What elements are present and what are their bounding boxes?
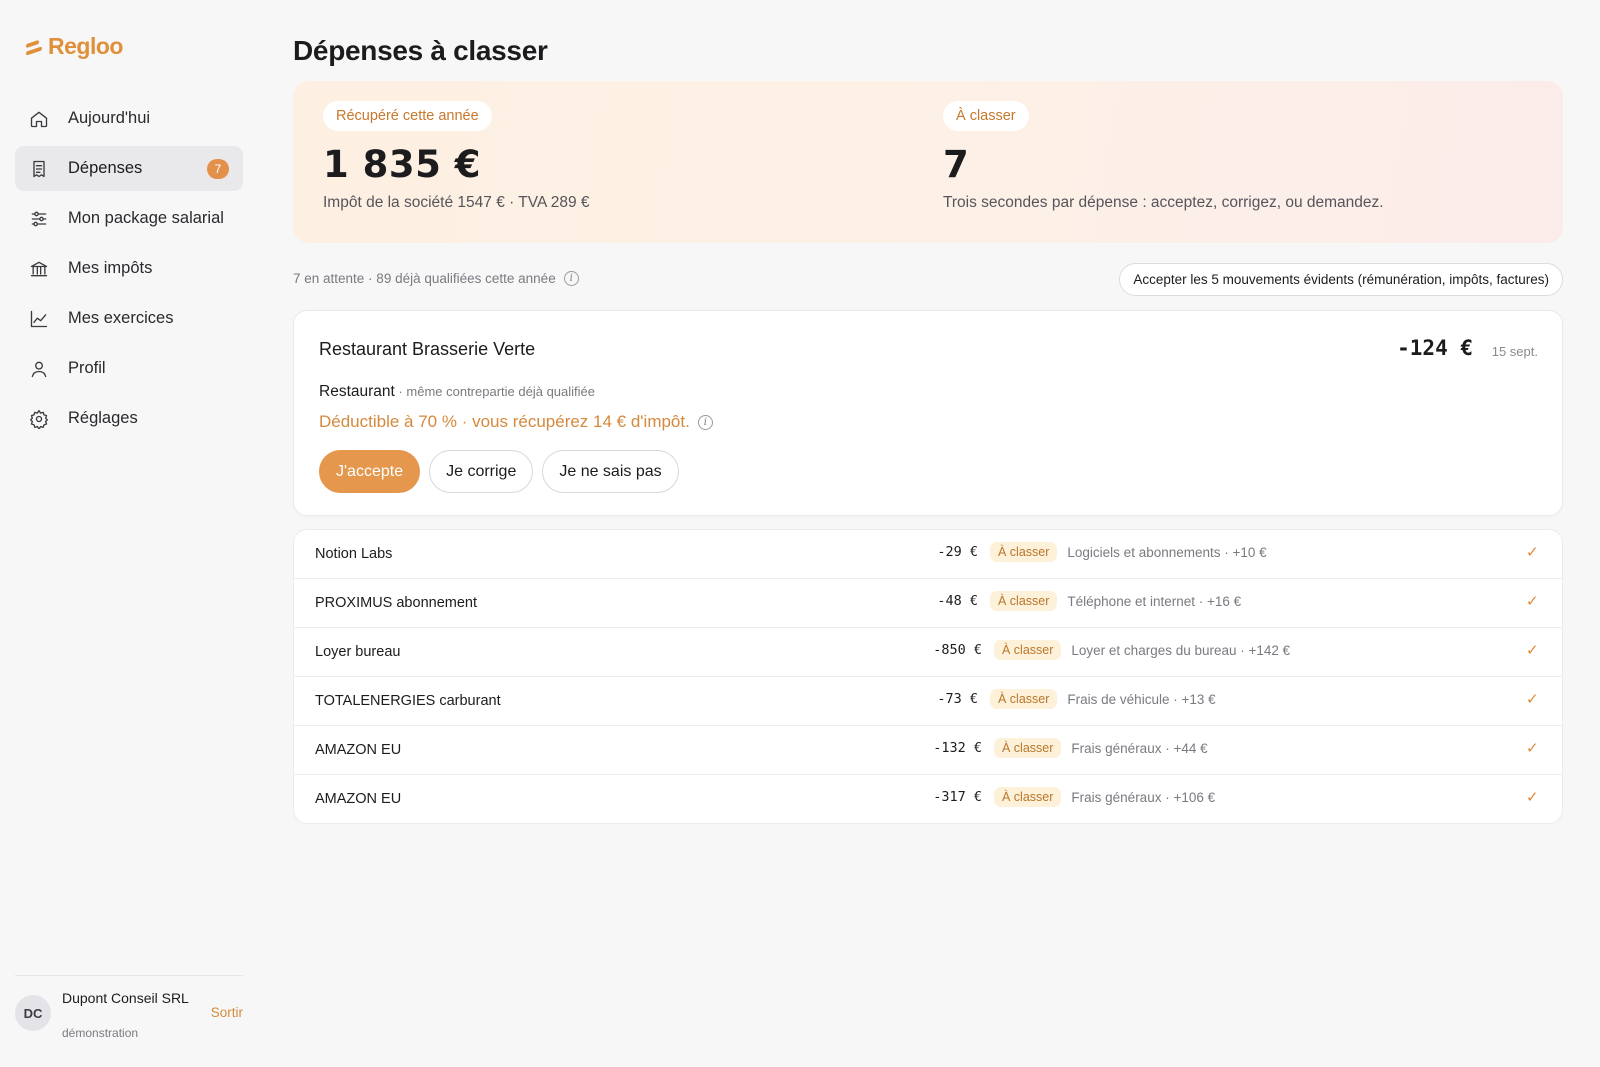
transaction-name: Notion Labs	[315, 546, 393, 562]
transaction-amount: -48 €	[937, 593, 978, 609]
nav-item-label: Mon package salarial	[68, 209, 224, 227]
bank-icon	[29, 259, 49, 279]
recovered-pill: Récupéré cette année	[323, 101, 492, 131]
category-note: · même contrepartie déjà qualifiée	[394, 384, 595, 399]
transaction-name: AMAZON EU	[315, 742, 402, 758]
transaction-name: Loyer bureau	[315, 644, 401, 660]
info-icon[interactable]: i	[563, 271, 579, 286]
transaction-amount: -317 €	[933, 789, 982, 805]
expense-category: Restaurant · même contrepartie déjà qual…	[319, 383, 595, 401]
receipt-icon	[29, 159, 49, 179]
checkmark-icon[interactable]: ✓	[1526, 788, 1540, 806]
list-item[interactable]: Notion Labs -29 € À classer Logiciels et…	[294, 530, 1562, 579]
queue-status: 7 en attente · 89 déjà qualifiées cette …	[293, 271, 579, 286]
transaction-amount: -850 €	[933, 642, 982, 658]
queue-status-text: 7 en attente · 89 déjà qualifiées cette …	[293, 271, 556, 286]
logo-mark-icon	[26, 39, 42, 56]
expense-date: 15 sept.	[1491, 344, 1538, 359]
company-name: Dupont Conseil SRL	[62, 990, 189, 1006]
status-badge: À classer	[994, 738, 1062, 758]
accept-button[interactable]: J'accepte	[319, 450, 421, 493]
expense-actions: J'accepte Je corrige Je ne sais pas	[319, 450, 679, 493]
logout-link[interactable]: Sortir	[211, 1005, 243, 1020]
deduction-hint: Déductible à 70 % · vous récupérez 14 € …	[319, 412, 713, 432]
nav-item-depenses[interactable]: Dépenses 7	[15, 146, 243, 191]
to-classify-pill: À classer	[943, 101, 1029, 131]
nav-item-package-salarial[interactable]: Mon package salarial	[15, 196, 243, 241]
sidebar: Regloo Aujourd'hui Dépenses 7 Mon packag…	[0, 0, 258, 1067]
correct-button[interactable]: Je corrige	[429, 450, 534, 493]
avatar[interactable]: DC	[15, 995, 51, 1031]
transaction-name: PROXIMUS abonnement	[315, 595, 477, 611]
suggested-category: Loyer et charges du bureau · +142 €	[1071, 642, 1291, 658]
accept-obvious-button[interactable]: Accepter les 5 mouvements évidents (rému…	[1119, 263, 1563, 296]
nav-item-reglages[interactable]: Réglages	[15, 396, 243, 441]
nav-item-exercices[interactable]: Mes exercices	[15, 296, 243, 341]
status-badge: À classer	[994, 787, 1062, 807]
nav-item-label: Profil	[68, 359, 106, 377]
recovered-amount: 1 835 €	[323, 143, 481, 186]
brand-name: Regloo	[48, 33, 123, 59]
expense-amount: -124 €	[1397, 336, 1473, 360]
nav-item-label: Réglages	[68, 409, 138, 427]
list-item[interactable]: Loyer bureau -850 € À classer Loyer et c…	[294, 628, 1562, 677]
transaction-amount: -73 €	[937, 691, 978, 707]
account-mode: démonstration	[62, 1026, 139, 1040]
suggested-category: Frais généraux · +44 €	[1071, 740, 1208, 756]
transactions-list: Notion Labs -29 € À classer Logiciels et…	[293, 529, 1563, 824]
status-badge: À classer	[994, 640, 1062, 660]
brand-logo[interactable]: Regloo	[26, 33, 123, 60]
checkmark-icon[interactable]: ✓	[1526, 739, 1540, 757]
user-icon	[29, 359, 49, 379]
nav-item-label: Dépenses	[68, 159, 143, 177]
recovered-block: Récupéré cette année 1 835 € Impôt de la…	[323, 101, 590, 212]
status-badge: À classer	[990, 591, 1058, 611]
to-classify-block: À classer 7 Trois secondes par dépense :…	[943, 101, 1384, 212]
deduction-text: Déductible à 70 % · vous récupérez 14 € …	[319, 412, 690, 431]
nav-item-aujourdhui[interactable]: Aujourd'hui	[15, 96, 243, 141]
checkmark-icon[interactable]: ✓	[1526, 543, 1540, 561]
main-nav: Aujourd'hui Dépenses 7 Mon package salar…	[15, 96, 243, 446]
list-item[interactable]: PROXIMUS abonnement -48 € À classer Télé…	[294, 579, 1562, 628]
suggested-category: Logiciels et abonnements · +10 €	[1067, 544, 1267, 560]
checkmark-icon[interactable]: ✓	[1526, 690, 1540, 708]
info-icon[interactable]: i	[697, 414, 713, 430]
transaction-name: TOTALENERGIES carburant	[315, 693, 501, 709]
transaction-name: AMAZON EU	[315, 791, 402, 807]
divider	[15, 975, 243, 976]
checkmark-icon[interactable]: ✓	[1526, 641, 1540, 659]
suggested-category: Téléphone et internet · +16 €	[1067, 593, 1242, 609]
transaction-amount: -29 €	[937, 544, 978, 560]
category-label: Restaurant	[319, 383, 395, 400]
home-icon	[29, 109, 49, 129]
nav-item-label: Mes impôts	[68, 259, 153, 277]
recovered-breakdown: Impôt de la société 1547 € · TVA 289 €	[323, 194, 590, 211]
sliders-icon	[29, 209, 49, 229]
status-badge: À classer	[990, 689, 1058, 709]
list-item[interactable]: AMAZON EU -317 € À classer Frais générau…	[294, 775, 1562, 823]
nav-item-label: Aujourd'hui	[68, 109, 151, 127]
checkmark-icon[interactable]: ✓	[1526, 592, 1540, 610]
account-block: DC Dupont Conseil SRL démonstration Sort…	[15, 990, 243, 1040]
status-badge: À classer	[990, 542, 1058, 562]
chart-line-icon	[29, 309, 49, 329]
to-classify-hint: Trois secondes par dépense : acceptez, c…	[943, 194, 1384, 211]
expense-title: Restaurant Brasserie Verte	[319, 339, 536, 359]
count-badge: 7	[207, 159, 229, 179]
transaction-amount: -132 €	[933, 740, 982, 756]
suggested-category: Frais de véhicule · +13 €	[1067, 691, 1216, 707]
list-item[interactable]: AMAZON EU -132 € À classer Frais générau…	[294, 726, 1562, 775]
gear-icon	[29, 409, 49, 429]
featured-expense-card: Restaurant Brasserie Verte -124 € 15 sep…	[293, 310, 1563, 516]
suggested-category: Frais généraux · +106 €	[1071, 789, 1216, 805]
nav-item-impots[interactable]: Mes impôts	[15, 246, 243, 291]
nav-item-profil[interactable]: Profil	[15, 346, 243, 391]
to-classify-count: 7	[943, 143, 970, 186]
summary-banner: Récupéré cette année 1 835 € Impôt de la…	[293, 81, 1563, 243]
list-item[interactable]: TOTALENERGIES carburant -73 € À classer …	[294, 677, 1562, 726]
nav-item-label: Mes exercices	[68, 309, 174, 327]
dont-know-button[interactable]: Je ne sais pas	[542, 450, 679, 493]
page-title: Dépenses à classer	[293, 35, 548, 66]
